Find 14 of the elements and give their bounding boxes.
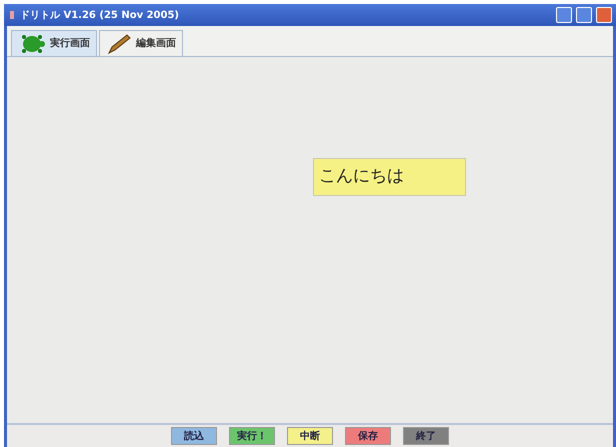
window-title: ドリトル V1.26 (25 Nov 2005) (20, 8, 179, 22)
minimize-button[interactable] (556, 7, 572, 23)
close-button[interactable] (596, 7, 612, 23)
tab[interactable]: 編集画面 (99, 30, 183, 56)
text-label: こんにちは (313, 158, 466, 196)
toolbar-button[interactable]: 中断 (287, 427, 333, 445)
tab[interactable]: 実行画面 (11, 30, 97, 56)
toolbar-button[interactable]: 読込 (171, 427, 217, 445)
app-icon (8, 9, 16, 21)
toolbar-button[interactable]: 実行！ (229, 427, 275, 445)
toolbar-button[interactable]: 保存 (345, 427, 391, 445)
pen-icon (106, 32, 132, 54)
toolbar-button[interactable]: 終了 (403, 427, 449, 445)
maximize-button[interactable] (576, 7, 592, 23)
